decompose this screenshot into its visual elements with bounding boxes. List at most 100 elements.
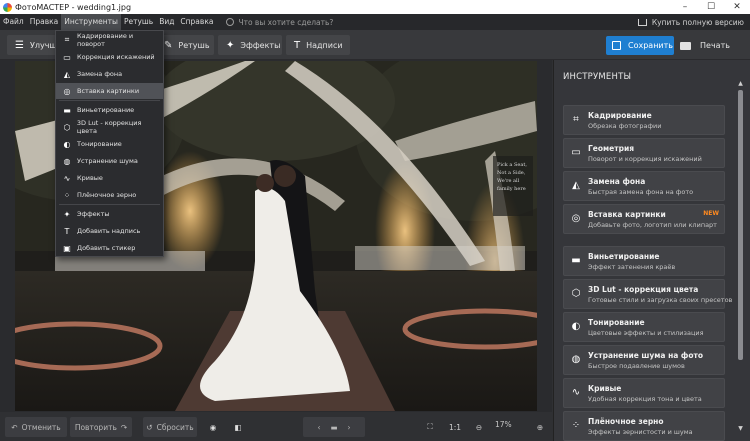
tool-3d-lut[interactable]: ⬡ 3D Lut - коррекция цвета Готовые стили… <box>563 279 732 309</box>
tool-title: Плёночное зерно <box>588 417 664 426</box>
menu-item-label: 3D Lut - коррекция цвета <box>76 119 142 135</box>
minimize-button[interactable]: – <box>672 0 698 14</box>
menu-item-insert-image[interactable]: ◎ Вставка картинки <box>56 83 163 99</box>
sign-line-3: We're all <box>497 178 520 184</box>
menu-item-crop-rotate[interactable]: ⌗ Кадрирование и поворот <box>56 32 163 48</box>
save-button[interactable]: Сохранить <box>606 36 674 55</box>
menu-item-label: Тонирование <box>77 140 122 148</box>
menu-item-3d-lut[interactable]: ⬡ 3D Lut - коррекция цвета <box>56 119 163 135</box>
menu-item-curves[interactable]: ∿ Кривые <box>56 170 163 186</box>
menu-item-label: Кривые <box>77 174 103 182</box>
menu-separator <box>59 100 160 101</box>
menu-retouch[interactable]: Ретушь <box>121 14 156 30</box>
menu-item-label: Добавить надпись <box>77 227 141 235</box>
tool-desc: Поворот и коррекция искажений <box>588 155 702 163</box>
reset-label: Сбросить <box>156 422 194 432</box>
menu-view[interactable]: Вид <box>156 14 177 30</box>
tool-desc: Эффект затенения краёв <box>588 263 676 271</box>
tab-retouch[interactable]: ✎ Ретушь <box>156 35 214 55</box>
menu-item-toning[interactable]: ◐ Тонирование <box>56 136 163 152</box>
insert-image-icon: ◎ <box>571 213 581 224</box>
tools-dropdown-menu: ⌗ Кадрирование и поворот ▭ Коррекция искаж… <box>55 30 164 257</box>
tool-toning[interactable]: ◐ Тонирование Цветовые эффекты и стилиза… <box>563 312 725 342</box>
tool-vignette[interactable]: ▬ Виньетирование Эффект затенения краёв <box>563 246 725 276</box>
redo-button[interactable]: Повторить ↷ <box>70 417 132 437</box>
undo-button[interactable]: ↶ Отменить <box>5 417 67 437</box>
sliders-icon: ☰ <box>15 39 24 51</box>
text-icon: T <box>64 226 70 236</box>
menu-item-label: Вставка картинки <box>77 87 140 95</box>
panel-scrollbar[interactable]: ▲ ▼ <box>737 80 744 436</box>
compare-button[interactable]: ◧ <box>228 417 248 437</box>
tool-background[interactable]: ◭ Замена фона Быстрая замена фона на фот… <box>563 171 725 201</box>
undo-icon: ↶ <box>11 422 18 432</box>
print-label: Печать <box>700 41 730 50</box>
print-button[interactable]: Печать <box>680 36 730 55</box>
actual-size-button[interactable]: 1:1 <box>445 417 465 437</box>
vignette-icon: ▬ <box>63 105 71 115</box>
tab-text[interactable]: T Надписи <box>286 35 350 55</box>
menu-item-background[interactable]: ◭ Замена фона <box>56 66 163 82</box>
brush-icon: ✎ <box>164 39 173 51</box>
tool-insert-image[interactable]: ◎ Вставка картинки Добавьте фото, логоти… <box>563 204 725 234</box>
menu-item-label: Замена фона <box>77 70 123 78</box>
maximize-button[interactable]: ☐ <box>698 0 724 14</box>
command-search[interactable]: Что вы хотите сделать? <box>226 18 333 27</box>
tool-title: Виньетирование <box>588 252 660 261</box>
fit-screen-button[interactable]: ⛶ <box>420 417 440 437</box>
folder-icon[interactable]: ▬ <box>330 423 337 432</box>
background-icon: ◭ <box>63 69 71 79</box>
cart-icon <box>637 18 647 26</box>
tab-effects[interactable]: ✦ Эффекты <box>218 35 282 55</box>
title-bar: ФотоМАСТЕР - wedding1.jpg – ☐ ✕ <box>0 0 750 14</box>
noise-icon: ◍ <box>63 156 71 166</box>
menu-item-label: Устранение шума <box>77 157 138 165</box>
grain-icon: ⁘ <box>571 420 581 431</box>
window-controls: – ☐ ✕ <box>672 0 750 14</box>
preview-eye-button[interactable]: ◉ <box>203 417 223 437</box>
tool-title: 3D Lut - коррекция цвета <box>588 285 699 294</box>
tool-title: Тонирование <box>588 318 645 327</box>
tool-grain[interactable]: ⁘ Плёночное зерно Эффекты зернистости и … <box>563 411 725 441</box>
sign-line-1: Pick a Seat, <box>497 162 527 168</box>
tool-desc: Обрезка фотографии <box>588 122 662 130</box>
scroll-up-icon[interactable]: ▲ <box>737 80 744 87</box>
menu-item-add-text[interactable]: T Добавить надпись <box>56 223 163 239</box>
menu-item-label: Виньетирование <box>77 106 135 114</box>
reset-button[interactable]: ↺ Сбросить <box>143 417 197 437</box>
menu-item-label: Кадрирование и поворот <box>76 32 134 48</box>
tool-crop[interactable]: ⌗ Кадрирование Обрезка фотографии <box>563 105 725 135</box>
scroll-thumb[interactable] <box>738 90 743 360</box>
curves-icon: ∿ <box>571 387 581 398</box>
buy-full-version-link[interactable]: Купить полную версию <box>637 18 744 27</box>
zoom-in-button[interactable]: ⊕ <box>531 417 549 437</box>
menu-tools[interactable]: Инструменты <box>61 14 121 30</box>
tool-curves[interactable]: ∿ Кривые Удобная коррекция тона и цвета <box>563 378 725 408</box>
sign-line-4: family here <box>497 186 526 192</box>
effects-icon: ✦ <box>63 209 71 219</box>
tool-noise[interactable]: ◍ Устранение шума на фото Быстрое подавл… <box>563 345 725 375</box>
tool-geometry[interactable]: ▭ Геометрия Поворот и коррекция искажени… <box>563 138 725 168</box>
prev-image-icon[interactable]: ‹ <box>317 423 320 432</box>
vignette-icon: ▬ <box>571 255 581 266</box>
menu-edit[interactable]: Правка <box>27 14 62 30</box>
menu-item-grain[interactable]: ⁘ Плёночное зерно <box>56 187 163 203</box>
menu-item-noise[interactable]: ◍ Устранение шума <box>56 153 163 169</box>
menu-item-distortion[interactable]: ▭ Коррекция искажений <box>56 49 163 65</box>
text-icon: T <box>294 39 301 51</box>
crop-icon: ⌗ <box>64 35 70 44</box>
printer-icon <box>680 41 691 50</box>
redo-icon: ↷ <box>120 422 128 432</box>
menu-file[interactable]: Файл <box>0 14 27 30</box>
tool-title: Замена фона <box>588 177 646 186</box>
menu-help[interactable]: Справка <box>177 14 216 30</box>
close-button[interactable]: ✕ <box>724 0 750 14</box>
scroll-down-icon[interactable]: ▼ <box>737 425 744 432</box>
next-image-icon[interactable]: › <box>348 423 351 432</box>
menu-item-add-sticker[interactable]: ▣ Добавить стикер <box>56 240 163 256</box>
menu-item-effects[interactable]: ✦ Эффекты <box>56 206 163 222</box>
menu-item-vignette[interactable]: ▬ Виньетирование <box>56 102 163 118</box>
cube-icon: ⬡ <box>63 122 71 132</box>
eye-icon: ◉ <box>209 422 217 432</box>
zoom-out-button[interactable]: ⊖ <box>470 417 488 437</box>
